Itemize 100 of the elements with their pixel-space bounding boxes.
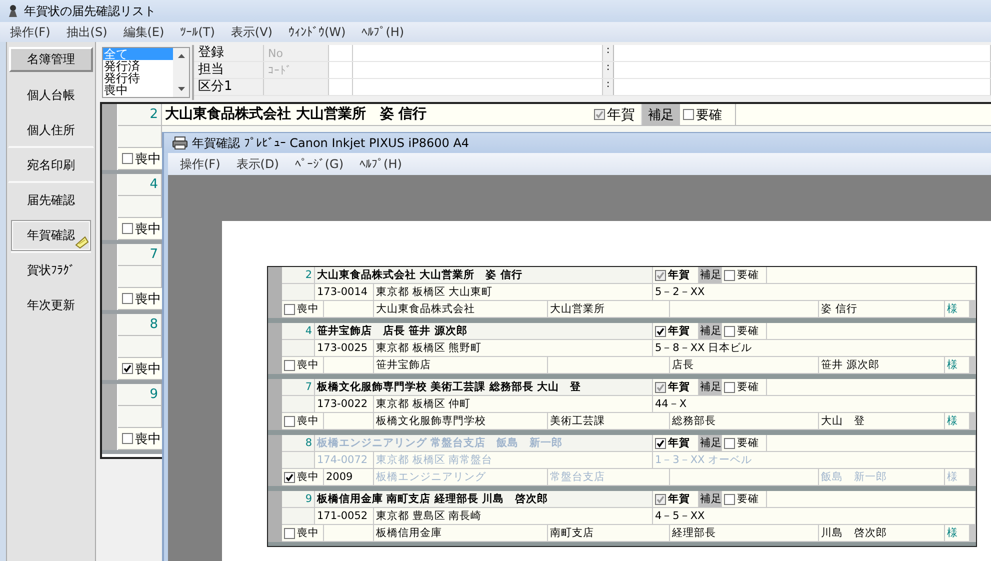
honorific: 様: [945, 357, 970, 373]
menu-item[interactable]: 表示(V): [230, 24, 272, 40]
cursor-icon: [75, 236, 89, 249]
menu-item[interactable]: 表示(D): [236, 156, 279, 172]
confirm-checkbox[interactable]: 要確: [724, 491, 759, 507]
scrollbar[interactable]: [173, 48, 189, 97]
address: 東京都 板橋区 仲町: [374, 396, 653, 412]
job-title: 店長: [670, 357, 819, 373]
postal-code: 173-0014: [315, 284, 374, 300]
honorific: 様: [945, 525, 970, 541]
record-number: 4: [282, 323, 315, 339]
confirm-checkbox[interactable]: 要確: [724, 435, 759, 451]
address: 東京都 板橋区 南常盤台: [374, 452, 653, 468]
list-option[interactable]: 発行待: [103, 72, 173, 84]
record-number: 7: [282, 379, 315, 395]
checkbox-icon: [594, 109, 605, 120]
menu-item[interactable]: ﾍﾙﾌﾟ(H): [360, 157, 402, 171]
mourning-checkbox[interactable]: 喪中: [284, 301, 319, 317]
department: 南町支店: [548, 525, 670, 541]
job-title: 総務部長: [670, 413, 819, 429]
person-name: 姿 信行: [819, 301, 945, 317]
checkbox-icon: [122, 153, 133, 164]
person-name: 大山 登: [819, 413, 945, 429]
menu-item[interactable]: ﾍﾙﾌﾟ(H): [362, 25, 404, 39]
menu-item[interactable]: 編集(E): [123, 24, 164, 40]
checkbox-icon: [122, 433, 133, 444]
supplement-label: 補足: [699, 491, 722, 507]
scroll-down-icon: [176, 86, 186, 92]
grid-cell: [329, 79, 353, 95]
code: 2009: [324, 469, 374, 485]
checkbox-icon: [655, 494, 666, 504]
company-name: 大山東食品株式会社: [374, 301, 548, 317]
record-name: 大山東食品株式会社 大山営業所 姿 信行: [162, 104, 592, 125]
list-option[interactable]: 喪中: [103, 84, 173, 96]
window-title: 年賀確認 ﾌﾟﾚﾋﾞｭｰ Canon Inkjet PIXUS iP8600 A4: [192, 134, 470, 152]
postal-code: 173-0025: [315, 340, 374, 356]
nenga-checkbox[interactable]: 年賀: [655, 435, 690, 451]
menu-item[interactable]: 操作(F): [180, 156, 220, 172]
honorific: 様: [945, 301, 970, 317]
address: 東京都 豊島区 南長崎: [374, 508, 653, 524]
postal-code: 171-0052: [315, 508, 374, 524]
mourning-checkbox[interactable]: 喪中: [122, 150, 161, 168]
mourning-checkbox[interactable]: 喪中: [284, 413, 319, 429]
confirm-checkbox[interactable]: 要確: [724, 267, 759, 283]
record-name: 板橋信用金庫 南町支店 経理部長 川島 啓次郎: [315, 491, 653, 507]
menu-item[interactable]: ﾂｰﾙ(T): [180, 25, 215, 39]
mourning-checkbox[interactable]: 喪中: [122, 220, 161, 238]
checkbox-icon: [655, 382, 666, 392]
confirm-checkbox[interactable]: 要確: [724, 323, 759, 339]
checkbox-icon: [122, 293, 133, 304]
record-strip: [268, 435, 282, 486]
checkbox-icon: [655, 270, 666, 280]
sidebar-button[interactable]: 年賀確認: [11, 220, 91, 251]
record-name: 板橋エンジニアリング 常盤台支店 飯島 新一郎: [315, 435, 653, 451]
company-name: 笹井宝飾店: [374, 357, 548, 373]
mourning-checkbox[interactable]: 喪中: [122, 360, 161, 378]
record-strip: [268, 267, 282, 318]
mourning-checkbox[interactable]: 喪中: [122, 290, 161, 308]
mourning-checkbox[interactable]: 喪中: [284, 469, 319, 485]
supplement-label: 補足: [699, 267, 722, 283]
sidebar-button[interactable]: 宛名印刷: [8, 148, 94, 183]
record-strip: [268, 379, 282, 430]
record-number: 2: [282, 267, 315, 283]
supplement-button[interactable]: 補足: [641, 104, 680, 125]
grid-cell: [329, 45, 353, 61]
menu-item[interactable]: ﾍﾟｰｼﾞ(G): [294, 157, 344, 171]
menu-item[interactable]: ｳｨﾝﾄﾞｳ(W): [288, 25, 346, 39]
confirm-checkbox[interactable]: 要確: [683, 106, 722, 124]
person-name: 飯島 新一郎: [819, 469, 945, 485]
honorific: 様: [945, 413, 970, 429]
printer-icon: [172, 136, 188, 150]
person-name: 川島 啓次郎: [819, 525, 945, 541]
status-listbox[interactable]: 全て 発行済 発行待 喪中: [102, 47, 190, 98]
department: 大山営業所: [548, 301, 670, 317]
department: 常盤台支店: [548, 469, 670, 485]
person-name: 笹井 源次郎: [819, 357, 945, 373]
mourning-checkbox[interactable]: 喪中: [284, 357, 319, 373]
menu-item[interactable]: 操作(F): [10, 24, 50, 40]
company-name: 板橋文化服飾専門学校: [374, 413, 548, 429]
supplement-label: 補足: [699, 379, 722, 395]
sidebar-button[interactable]: 名簿管理: [9, 47, 93, 72]
window-title: 年賀状の届先確認リスト: [24, 2, 156, 20]
grid-cell: [329, 62, 353, 78]
menu-item[interactable]: 抽出(S): [66, 24, 108, 40]
record-name: 板橋文化服飾専門学校 美術工芸課 総務部長 大山 登: [315, 379, 653, 395]
confirm-checkbox[interactable]: 要確: [724, 379, 759, 395]
postal-code: 173-0022: [315, 396, 374, 412]
company-name: 板橋信用金庫: [374, 525, 548, 541]
mourning-checkbox[interactable]: 喪中: [122, 430, 161, 448]
record-strip: [268, 491, 282, 542]
record-number: 8: [282, 435, 315, 451]
record-strip: [268, 323, 282, 374]
address: 東京都 板橋区 熊野町: [374, 340, 653, 356]
mourning-checkbox[interactable]: 喪中: [284, 525, 319, 541]
app-icon: [6, 4, 20, 18]
record-number: 9: [282, 491, 315, 507]
checkbox-icon: [683, 109, 694, 120]
checkbox-icon: [122, 363, 133, 374]
nenga-checkbox[interactable]: 年賀: [655, 323, 690, 339]
list-option[interactable]: 発行済: [103, 60, 173, 72]
